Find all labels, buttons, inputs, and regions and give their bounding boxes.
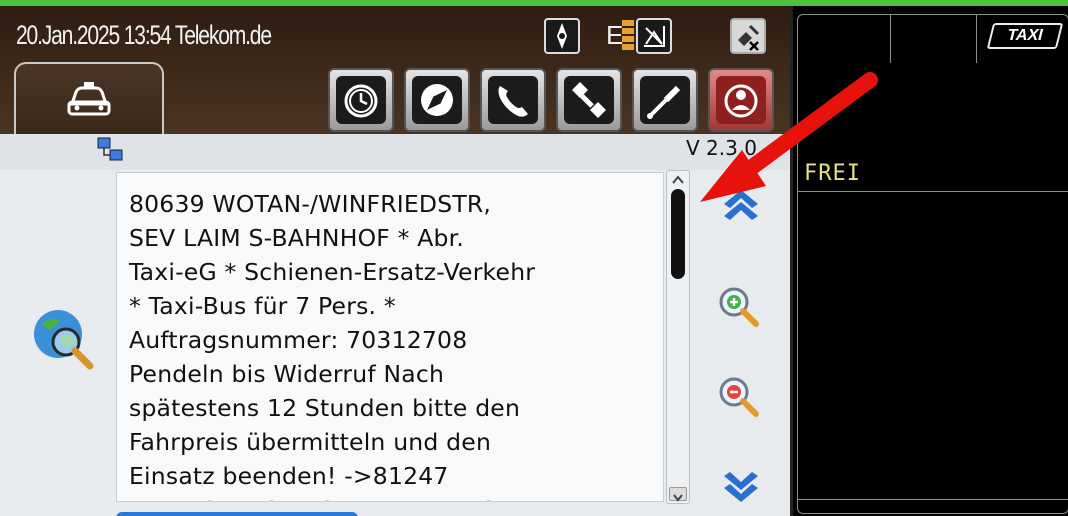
driver-logout-button[interactable] xyxy=(708,68,774,132)
phone-icon xyxy=(498,86,528,117)
timer-button[interactable] xyxy=(328,68,394,132)
job-message-text: 80639 WOTAN-/WINFRIEDSTR, SEV LAIM S-BAH… xyxy=(129,190,536,501)
tariff-status: FREI xyxy=(804,161,861,186)
carrier-name: Telekom.de xyxy=(174,20,272,50)
taxi-sign: TAXI xyxy=(986,23,1064,49)
compass-status-icon xyxy=(544,18,580,54)
driver-logout-icon xyxy=(724,84,758,118)
scroll-down-arrow-icon[interactable] xyxy=(669,487,687,502)
satellite-button[interactable] xyxy=(556,68,622,132)
status-line: 20.Jan.2025 13:54 Telekom.de xyxy=(16,20,272,51)
datetime: 20.Jan.2025 13:54 xyxy=(16,20,172,50)
message-scrollbar[interactable] xyxy=(666,170,690,504)
info-bar: V 2.3.0 xyxy=(0,134,790,170)
zoom-out-icon[interactable] xyxy=(716,374,766,424)
compass-button[interactable] xyxy=(404,68,470,132)
taximeter-display: TAXI FREI xyxy=(797,14,1068,514)
timer-icon xyxy=(344,84,378,118)
scroll-down-icon[interactable] xyxy=(716,470,766,510)
network-connection-icon xyxy=(97,137,123,161)
screwdriver-settings-icon xyxy=(647,85,681,119)
antenna-status-icon xyxy=(636,18,672,54)
message-text-area[interactable]: 80639 WOTAN-/WINFRIEDSTR, SEV LAIM S-BAH… xyxy=(116,172,664,502)
gps-disabled-icon xyxy=(730,18,766,54)
satellite-icon xyxy=(572,82,606,118)
globe-search-icon[interactable] xyxy=(30,306,96,372)
navigation-terminal-screen: 20.Jan.2025 13:54 Telekom.de E V 2.3.0 8… xyxy=(0,6,790,516)
bottom-tab-indicator xyxy=(116,512,358,516)
compass-icon xyxy=(421,84,453,116)
taxi-car-icon xyxy=(67,82,111,116)
tab-taxi[interactable] xyxy=(14,62,164,136)
taximeter-panel: TAXI FREI xyxy=(790,6,1068,516)
zoom-in-icon[interactable] xyxy=(716,284,766,334)
network-type-label: E xyxy=(606,20,624,50)
header-bar: 20.Jan.2025 13:54 Telekom.de E xyxy=(0,6,790,136)
scrollbar-thumb[interactable] xyxy=(671,189,685,279)
scroll-up-arrow-icon[interactable] xyxy=(669,173,687,187)
version-label: V 2.3.0 xyxy=(686,136,757,160)
phone-button[interactable] xyxy=(480,68,546,132)
scroll-top-icon[interactable] xyxy=(716,182,766,222)
settings-button[interactable] xyxy=(632,68,698,132)
signal-strength-icon xyxy=(622,20,634,52)
